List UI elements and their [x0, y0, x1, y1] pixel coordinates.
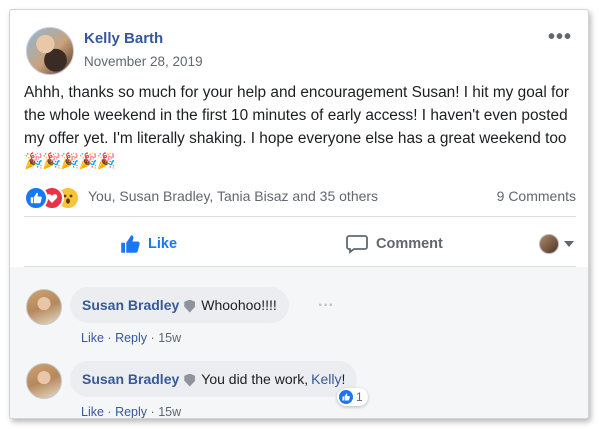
- comment-options-icon[interactable]: ···: [318, 297, 334, 315]
- comment-like-link[interactable]: Like: [81, 405, 104, 418]
- comment-suffix: !: [341, 371, 346, 387]
- comment-bubble: Susan Bradley You did the work, Kelly!: [70, 361, 358, 397]
- mention-link[interactable]: Kelly: [311, 371, 341, 387]
- speech-bubble-icon: [346, 235, 368, 254]
- separator: ·: [150, 331, 155, 345]
- thumbs-up-icon: [121, 235, 140, 253]
- like-button-label: Like: [148, 236, 178, 252]
- comment-text: Whoohoo!!!!: [201, 297, 277, 313]
- reactions-bar: You, Susan Bradley, Tania Bisaz and 35 o…: [24, 186, 576, 210]
- reaction-count: 1: [356, 390, 363, 404]
- reaction-as-selector[interactable]: [539, 224, 574, 264]
- comment-like-link[interactable]: Like: [81, 331, 104, 345]
- comment-time[interactable]: 15w: [158, 405, 181, 418]
- comment-reply-link[interactable]: Reply: [115, 405, 147, 418]
- comments-section: Susan Bradley Whoohoo!!!! ··· Like · Rep…: [10, 267, 588, 418]
- post-date[interactable]: November 28, 2019: [84, 54, 203, 69]
- comment-reply-link[interactable]: Reply: [115, 331, 147, 345]
- comment-reaction-count[interactable]: 1: [337, 388, 368, 406]
- post-header: Kelly Barth November 28, 2019 •••: [24, 24, 574, 80]
- comments-count[interactable]: 9 Comments: [497, 188, 576, 204]
- separator: ·: [107, 331, 112, 345]
- separator: ·: [107, 405, 112, 419]
- post-body: Ahhh, thanks so much for your help and e…: [24, 81, 576, 173]
- comment-bubble: Susan Bradley Whoohoo!!!!: [70, 287, 289, 323]
- divider: [24, 216, 576, 217]
- like-reaction-icon: [339, 390, 353, 404]
- reactors-summary[interactable]: You, Susan Bradley, Tania Bisaz and 35 o…: [88, 188, 378, 204]
- author-name[interactable]: Kelly Barth: [84, 30, 163, 47]
- comment-button-label: Comment: [376, 236, 443, 252]
- commenter-avatar[interactable]: [26, 363, 62, 399]
- action-bar: Like Comment: [24, 224, 576, 264]
- like-reaction-icon[interactable]: [24, 186, 48, 210]
- comment-meta: Like · Reply · 15w: [81, 331, 181, 345]
- post-text: Ahhh, thanks so much for your help and e…: [24, 84, 569, 147]
- admin-shield-icon: [184, 373, 196, 387]
- more-options-icon[interactable]: •••: [548, 26, 572, 49]
- facebook-post-card: Kelly Barth November 28, 2019 ••• Ahhh, …: [9, 9, 589, 419]
- author-avatar[interactable]: [26, 27, 74, 75]
- commenter-name[interactable]: Susan Bradley: [82, 297, 179, 313]
- commenter-name[interactable]: Susan Bradley: [82, 371, 179, 387]
- like-button[interactable]: Like: [120, 224, 177, 264]
- comment-meta: Like · Reply · 15w: [81, 405, 181, 419]
- user-avatar: [539, 234, 559, 254]
- commenter-avatar[interactable]: [26, 289, 62, 325]
- caret-down-icon: [564, 241, 574, 247]
- admin-shield-icon: [184, 299, 196, 313]
- comment-text: You did the work,: [201, 371, 309, 387]
- party-emojis: 🎉🎉🎉🎉🎉: [24, 153, 116, 170]
- comment-time[interactable]: 15w: [158, 331, 181, 345]
- separator: ·: [150, 405, 155, 419]
